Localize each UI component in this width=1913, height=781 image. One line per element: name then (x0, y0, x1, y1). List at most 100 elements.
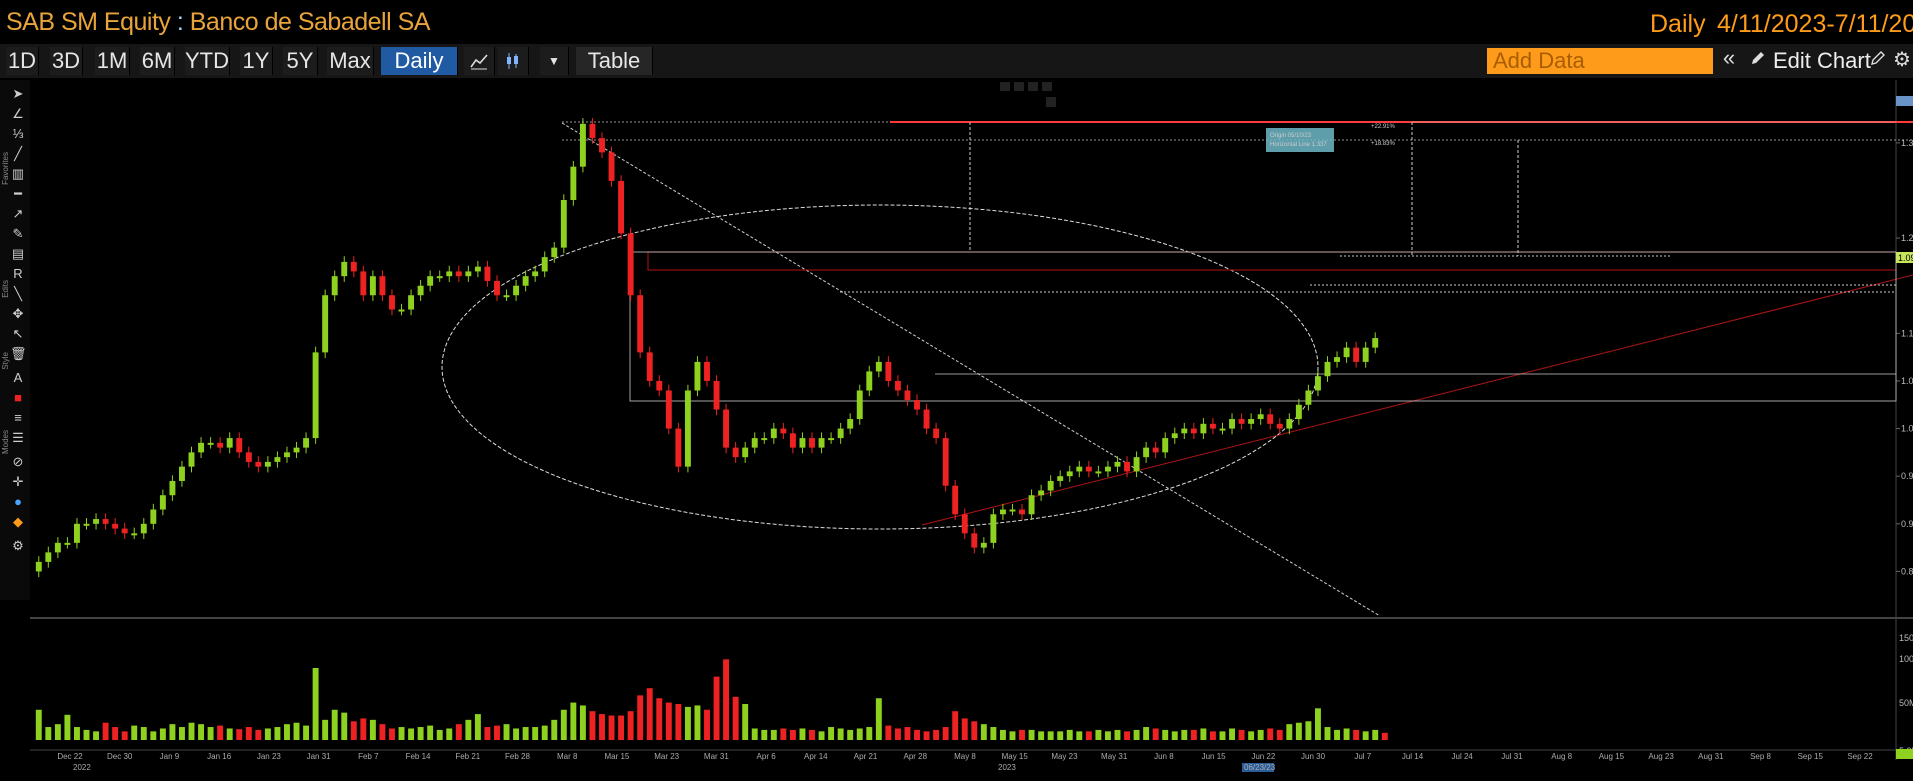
mode-icon[interactable]: ● (10, 494, 26, 510)
line-chart-icon[interactable] (464, 47, 495, 75)
period-1m-button[interactable]: 1M (95, 47, 130, 75)
volume-bar (1219, 731, 1226, 740)
volume-bar (1295, 722, 1302, 740)
volume-bar (293, 722, 300, 740)
ray-icon[interactable]: ↗ (10, 206, 26, 222)
period-3d-button[interactable]: 3D (50, 47, 83, 75)
candle-body (971, 533, 978, 548)
pan-icon[interactable] (1028, 82, 1038, 91)
candle-body (799, 438, 806, 448)
candle-body (999, 509, 1006, 515)
ruler-icon[interactable]: ▤ (10, 246, 26, 262)
volume-bar (255, 729, 262, 740)
candle-body (1200, 423, 1207, 434)
candle-body (684, 390, 691, 467)
dropdown-icon[interactable]: ▼ (540, 47, 569, 75)
candle-body (513, 285, 520, 296)
candle-chart-icon[interactable] (498, 47, 529, 75)
crosshair-icon[interactable]: ✛ (10, 474, 26, 490)
zoom-out-icon[interactable] (1000, 82, 1010, 91)
volume-bar (1362, 731, 1369, 740)
frequency-dropdown[interactable]: Daily ▼ (381, 47, 458, 101)
table-button[interactable]: Table (576, 47, 653, 75)
candle-body (1057, 476, 1064, 481)
period-ytd-button[interactable]: YTD (185, 47, 230, 75)
palette-icon[interactable]: ◆ (10, 514, 26, 530)
edit-chart-button[interactable]: Edit Chart (1773, 47, 1871, 75)
search-icon[interactable] (1042, 82, 1052, 91)
security-title: SAB SM Equity : Banco de Sabadell SA (6, 8, 430, 37)
date-tick-label: Sep 15 (1798, 752, 1824, 761)
date-tick-label: Jan 16 (207, 752, 232, 761)
candle-body (64, 542, 71, 545)
zoom-in-icon[interactable] (1014, 82, 1024, 91)
candle-body (665, 390, 672, 429)
line-style-icon[interactable]: ☰ (10, 430, 26, 446)
candle-body (150, 509, 157, 524)
font-icon[interactable]: A (10, 370, 26, 386)
candle-body (1104, 466, 1111, 472)
volume-bar (875, 698, 882, 740)
tools-settings-icon[interactable]: ⚙ (10, 538, 26, 554)
candle-body (579, 123, 586, 167)
date-tick-label: Jul 7 (1354, 752, 1371, 761)
settings-icon[interactable]: ⚙ (1892, 50, 1912, 70)
select-icon[interactable]: ↖ (10, 326, 26, 342)
text-tool-icon[interactable]: R (10, 266, 26, 282)
date-tick-label: Dec 30 (107, 752, 133, 761)
draw-line-icon[interactable]: ∠ (10, 106, 26, 122)
candle-body (1038, 490, 1045, 496)
candle-body (828, 438, 835, 441)
pointer-icon[interactable]: ➤ (10, 86, 26, 102)
period-max-button[interactable]: Max (327, 47, 374, 75)
price-tick-label: 0.90 (1901, 519, 1913, 529)
collapse-icon[interactable]: « (1719, 47, 1739, 69)
move-icon[interactable]: ✥ (10, 306, 26, 322)
period-5y-button[interactable]: 5Y (283, 47, 318, 75)
color-swatch-icon[interactable]: ■ (10, 390, 26, 406)
year-label-2023: 2023 (998, 763, 1016, 772)
candle-body (990, 514, 997, 543)
candle-body (1362, 347, 1369, 362)
candle-body (169, 480, 176, 496)
date-tick-label: Jun 22 (1251, 752, 1276, 761)
candle-body (112, 523, 119, 529)
edit-icon[interactable] (1868, 50, 1888, 70)
volume-bar (45, 727, 52, 740)
date-tick-label: Aug 8 (1551, 752, 1572, 761)
candle-body (570, 166, 577, 200)
candle-body (1133, 457, 1140, 472)
fib-icon[interactable]: ⅓ (10, 126, 26, 142)
volume-bar (541, 725, 548, 740)
candle-body (398, 309, 405, 312)
add-data-input[interactable] (1487, 48, 1713, 74)
volume-bar (885, 725, 892, 740)
period-1y-button[interactable]: 1Y (240, 47, 273, 75)
trend-icon[interactable]: ╱ (10, 146, 26, 162)
volume-bar (971, 721, 978, 740)
volume-bar (159, 728, 166, 740)
brush-icon[interactable]: ✎ (10, 226, 26, 242)
candle-body (923, 409, 930, 429)
volume-bar (379, 724, 386, 740)
line-width-icon[interactable]: ≡ (10, 410, 26, 426)
candle-body (980, 542, 987, 548)
volume-bar (818, 731, 825, 740)
date-range-label[interactable]: 4/11/2023-7/11/2023 (1717, 10, 1913, 39)
magnet-icon[interactable]: ⊘ (10, 454, 26, 470)
line-tool-icon[interactable]: ╲ (10, 286, 26, 302)
hline-icon[interactable]: ━ (10, 186, 26, 202)
price-chart[interactable]: 1.30 1.20 1.10 1.05 1.00 0.95 0.90 0.85 150M 100… (30, 80, 1913, 781)
trash-icon[interactable]: 🗑 (10, 346, 27, 362)
last-price-value: 1.09 (1898, 253, 1913, 263)
period-6m-button[interactable]: 6M (140, 47, 175, 75)
date-tick-label: Mar 23 (654, 752, 679, 761)
volume-bar (904, 727, 911, 740)
volume-bar (83, 729, 90, 740)
channel-icon[interactable]: ▥ (10, 166, 26, 182)
origin-tooltip[interactable] (1266, 128, 1334, 152)
reset-icon[interactable] (1046, 97, 1056, 107)
period-1d-button[interactable]: 1D (6, 47, 39, 75)
date-tick-label: Jun 15 (1202, 752, 1227, 761)
date-tick-label: Apr 28 (903, 752, 927, 761)
